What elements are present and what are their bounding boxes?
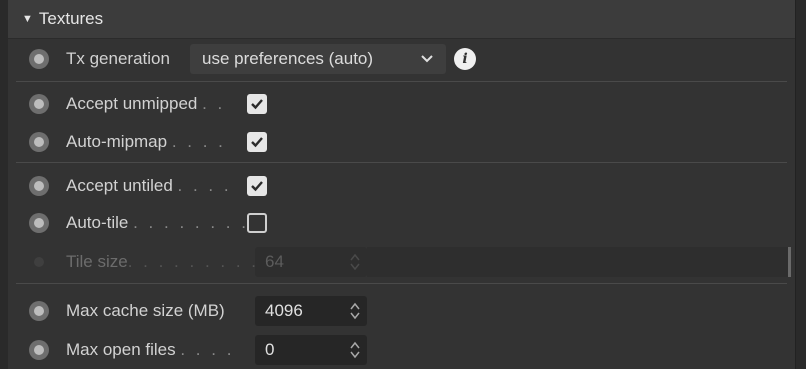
auto-tile-checkbox[interactable] bbox=[247, 213, 267, 233]
keyframe-radio-icon bbox=[34, 257, 44, 267]
keyframe-radio-icon[interactable] bbox=[29, 94, 49, 114]
tile-size-field: 64 bbox=[255, 247, 367, 277]
row-accept-untiled: Accept untiled . . . . bbox=[8, 167, 795, 205]
max-cache-size-label: Max cache size (MB) bbox=[66, 301, 225, 320]
max-open-files-value: 0 bbox=[265, 340, 275, 359]
row-tx-generation: Tx generation use preferences (auto) i bbox=[8, 40, 795, 78]
tx-generation-label: Tx generation bbox=[66, 49, 170, 68]
keyframe-radio-icon[interactable] bbox=[29, 132, 49, 152]
keyframe-radio-icon[interactable] bbox=[29, 49, 49, 69]
section-header-textures[interactable]: ▼ Textures bbox=[8, 0, 795, 39]
row-max-cache-size: Max cache size (MB) 4096 bbox=[8, 292, 795, 330]
auto-mipmap-label: Auto-mipmap . . . . bbox=[66, 132, 226, 151]
auto-tile-label: Auto-tile . . . . . . . . bbox=[66, 213, 249, 232]
info-icon[interactable]: i bbox=[454, 48, 476, 70]
tile-size-value: 64 bbox=[265, 252, 284, 271]
max-cache-size-value: 4096 bbox=[265, 301, 303, 320]
row-auto-mipmap: Auto-mipmap . . . . bbox=[8, 123, 795, 161]
row-max-open-files: Max open files . . . . 0 bbox=[8, 331, 795, 369]
tile-size-slider bbox=[367, 247, 791, 277]
accept-unmipped-label: Accept unmipped . . bbox=[66, 94, 226, 113]
keyframe-radio-icon[interactable] bbox=[29, 340, 49, 360]
max-open-files-input[interactable]: 0 bbox=[255, 335, 367, 365]
accept-untiled-label: Accept untiled . . . . bbox=[66, 176, 232, 195]
keyframe-radio-icon[interactable] bbox=[29, 213, 49, 233]
checkmark-icon bbox=[251, 181, 263, 192]
triangle-down-icon[interactable]: ▼ bbox=[22, 13, 33, 25]
max-open-files-label: Max open files . . . . bbox=[66, 340, 235, 359]
row-accept-unmipped: Accept unmipped . . bbox=[8, 85, 795, 123]
spinner-arrows-icon[interactable] bbox=[350, 341, 360, 359]
max-cache-size-input[interactable]: 4096 bbox=[255, 296, 367, 326]
textures-panel: ▼ Textures Tx generation use preferences… bbox=[8, 0, 796, 369]
accept-untiled-checkbox[interactable] bbox=[247, 176, 267, 196]
separator bbox=[16, 162, 787, 163]
slider-end-handle bbox=[788, 247, 791, 277]
spinner-arrows-icon[interactable] bbox=[350, 302, 360, 320]
chevron-down-icon bbox=[421, 55, 433, 63]
section-title: Textures bbox=[38, 9, 104, 28]
keyframe-radio-icon[interactable] bbox=[29, 301, 49, 321]
accept-unmipped-checkbox[interactable] bbox=[247, 94, 267, 114]
tx-generation-value: use preferences (auto) bbox=[202, 49, 374, 68]
row-auto-tile: Auto-tile . . . . . . . . bbox=[8, 204, 795, 242]
spinner-arrows-icon bbox=[350, 253, 360, 271]
separator bbox=[16, 81, 787, 82]
tile-size-label: Tile size. . . . . . . . . bbox=[66, 252, 260, 271]
separator bbox=[16, 283, 787, 284]
keyframe-radio-icon[interactable] bbox=[29, 176, 49, 196]
tx-generation-select[interactable]: use preferences (auto) bbox=[190, 44, 446, 74]
checkmark-icon bbox=[251, 99, 263, 110]
checkmark-icon bbox=[251, 137, 263, 148]
auto-mipmap-checkbox[interactable] bbox=[247, 132, 267, 152]
row-tile-size: Tile size. . . . . . . . . 64 bbox=[8, 243, 795, 281]
